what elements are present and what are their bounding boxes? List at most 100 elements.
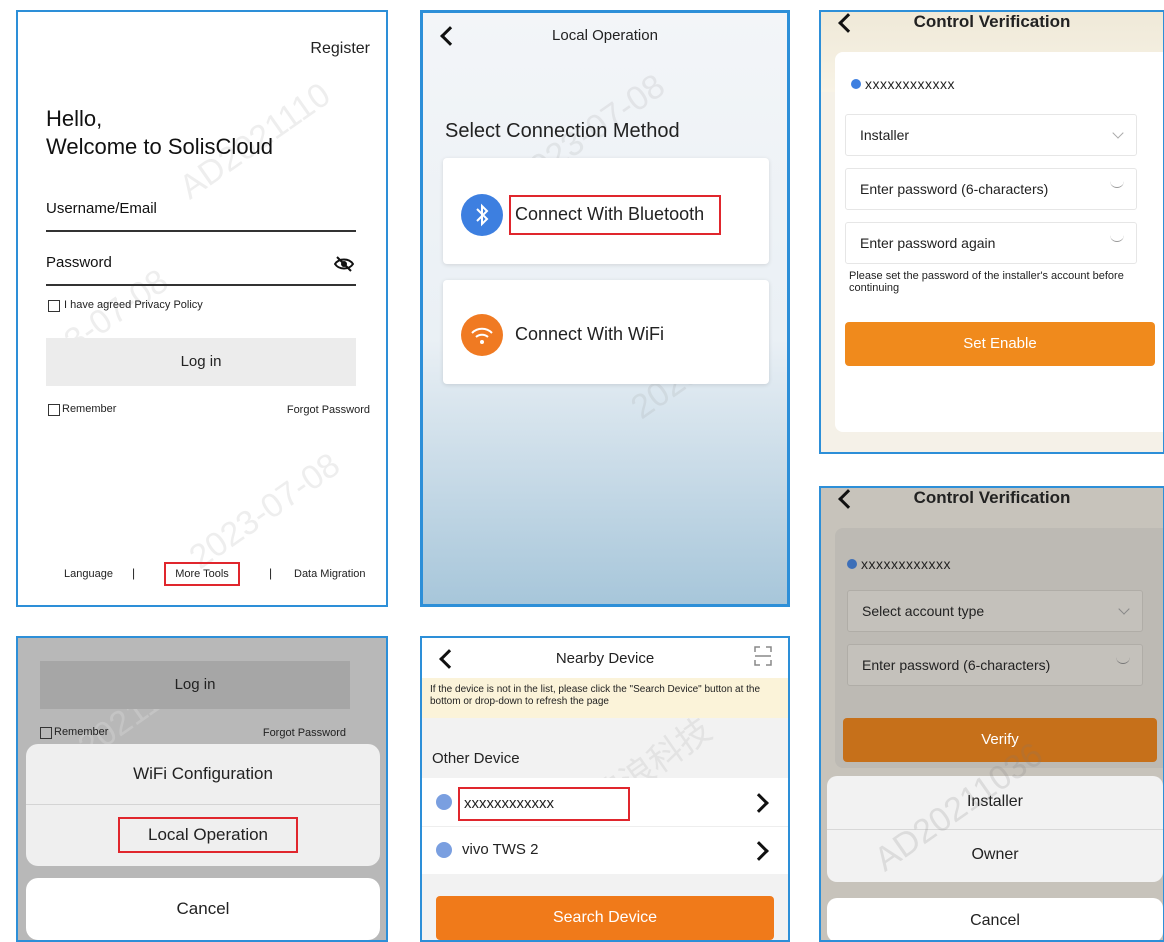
footer-language-link[interactable]: Language (64, 568, 113, 580)
password-field[interactable]: Password (46, 254, 356, 286)
more-tools-label: More Tools (175, 568, 229, 580)
greeting-welcome: Welcome to SolisCloud (46, 134, 274, 159)
device-icon (847, 559, 857, 569)
owner-option[interactable]: Owner (827, 830, 1163, 882)
username-field[interactable]: Username/Email (46, 200, 356, 232)
forgot-password-link[interactable]: Forgot Password (287, 404, 370, 416)
installer-label: Installer (966, 793, 1024, 810)
forgot-password-link: Forgot Password (262, 727, 346, 739)
installer-option[interactable]: Installer (827, 776, 1163, 830)
device-row[interactable]: xxxxxxxxxxxx (422, 778, 788, 827)
device-id: xxxxxxxxxxxx (861, 556, 951, 572)
chevron-right-icon (749, 793, 769, 813)
local-operation-option[interactable]: Local Operation (26, 805, 380, 865)
password-placeholder: Enter password (6-characters) (860, 181, 1049, 197)
password-again-placeholder: Enter password again (860, 235, 996, 251)
eye-closed-icon[interactable] (1110, 181, 1124, 188)
page-title: Control Verification (913, 12, 1071, 31)
footer-separator: | (269, 566, 273, 580)
set-enable-label: Set Enable (963, 335, 1037, 352)
verify-label: Verify (981, 731, 1019, 748)
account-type-value: Installer (860, 127, 910, 143)
bluetooth-icon (461, 194, 503, 236)
device-icon (851, 79, 861, 89)
remember-label: Remember (54, 726, 109, 738)
login-button[interactable]: Log in (46, 338, 356, 386)
hint-text: Please set the password of the installer… (849, 270, 1124, 294)
chevron-down-icon (1118, 603, 1130, 615)
remember-checkbox (40, 727, 52, 739)
nearby-device-screen: 锦浪科技 Nearby Device If the device is not … (420, 636, 790, 942)
eye-closed-icon (1116, 657, 1130, 664)
account-type-sheet: Installer Owner (827, 776, 1163, 882)
form-card: xxxxxxxxxxxx Installer Enter password (6… (835, 52, 1163, 432)
page-title: Control Verification (913, 488, 1071, 507)
wifi-configuration-label: WiFi Configuration (133, 764, 273, 783)
section-title: Select Connection Method (445, 120, 680, 142)
bluetooth-option-highlight: Connect With Bluetooth (509, 195, 721, 235)
search-device-label: Search Device (552, 909, 658, 926)
search-device-button[interactable]: Search Device (436, 896, 774, 940)
wifi-option-label: Connect With WiFi (515, 324, 665, 344)
device-row[interactable]: vivo TWS 2 (422, 826, 788, 874)
wifi-option-card[interactable]: Connect With WiFi (443, 280, 769, 384)
password-input[interactable]: Enter password (6-characters) (845, 168, 1137, 210)
remember-label: Remember (62, 403, 117, 415)
footer-data-migration-link[interactable]: Data Migration (294, 568, 366, 580)
notice-text: If the device is not in the list, please… (430, 684, 761, 707)
chevron-down-icon (1112, 127, 1124, 139)
set-enable-button[interactable]: Set Enable (845, 322, 1155, 366)
chevron-right-icon (749, 841, 769, 861)
register-link[interactable]: Register (310, 40, 370, 58)
wifi-configuration-option[interactable]: WiFi Configuration (26, 744, 380, 805)
more-tools-link[interactable]: More Tools (164, 562, 240, 586)
footer-separator: | (132, 566, 136, 580)
cancel-label: Cancel (970, 912, 1020, 929)
device-icon (436, 842, 452, 858)
login-screen: AD2021110 3-07-08 2023-07-08 Register He… (16, 10, 388, 607)
watermark: 2023-07-08 (182, 445, 347, 577)
section-title: Other Device (432, 750, 520, 767)
verify-button: Verify (843, 718, 1157, 762)
bluetooth-option-card[interactable]: Connect With Bluetooth (443, 158, 769, 264)
local-operation-screen: 2023-07-08 2023-07- Local Operation Sele… (420, 10, 790, 607)
local-operation-highlight: Local Operation (118, 817, 298, 853)
notice-banner: If the device is not in the list, please… (422, 678, 788, 718)
cancel-button[interactable]: Cancel (827, 898, 1163, 940)
device-id: xxxxxxxxxxxx (865, 76, 955, 92)
bluetooth-option-label: Connect With Bluetooth (515, 204, 705, 224)
login-button-label: Log in (174, 676, 216, 693)
device-icon (436, 794, 452, 810)
cancel-label: Cancel (176, 899, 230, 918)
owner-label: Owner (971, 846, 1019, 863)
remember-checkbox[interactable] (48, 404, 60, 416)
page-title: Local Operation (552, 27, 658, 44)
eye-closed-icon[interactable] (1110, 235, 1124, 242)
device-name: xxxxxxxxxxxx (464, 795, 554, 812)
scan-icon[interactable] (754, 646, 772, 666)
login-button-label: Log in (180, 353, 222, 370)
username-label: Username/Email (46, 200, 157, 217)
password-input: Enter password (6-characters) (847, 644, 1143, 686)
device-name: vivo TWS 2 (462, 841, 539, 858)
device-highlight: xxxxxxxxxxxx (458, 787, 630, 821)
password-placeholder: Enter password (6-characters) (862, 657, 1051, 673)
privacy-checkbox[interactable] (48, 300, 60, 312)
control-verification-sheet-screen: Control Verification xxxxxxxxxxxx Select… (819, 486, 1164, 942)
action-sheet: WiFi Configuration Local Operation (26, 744, 380, 866)
account-type-select: Select account type (847, 590, 1143, 632)
account-type-select[interactable]: Installer (845, 114, 1137, 156)
device-list: xxxxxxxxxxxx vivo TWS 2 (422, 778, 788, 874)
control-verification-setup-screen: Control Verification xxxxxxxxxxxx Instal… (819, 10, 1164, 454)
privacy-label: I have agreed Privacy Policy (64, 299, 203, 311)
account-type-placeholder: Select account type (862, 603, 985, 619)
password-again-input[interactable]: Enter password again (845, 222, 1137, 264)
cancel-button[interactable]: Cancel (26, 878, 380, 940)
wifi-icon (461, 314, 503, 356)
local-operation-label: Local Operation (147, 825, 269, 844)
form-card-dimmed: xxxxxxxxxxxx Select account type Enter p… (835, 528, 1163, 768)
password-label: Password (46, 254, 112, 271)
page-title: Nearby Device (555, 650, 655, 667)
eye-hidden-icon[interactable] (334, 256, 354, 272)
more-tools-sheet-screen: AD2021110 Log in Remember Forgot Passwor… (16, 636, 388, 942)
